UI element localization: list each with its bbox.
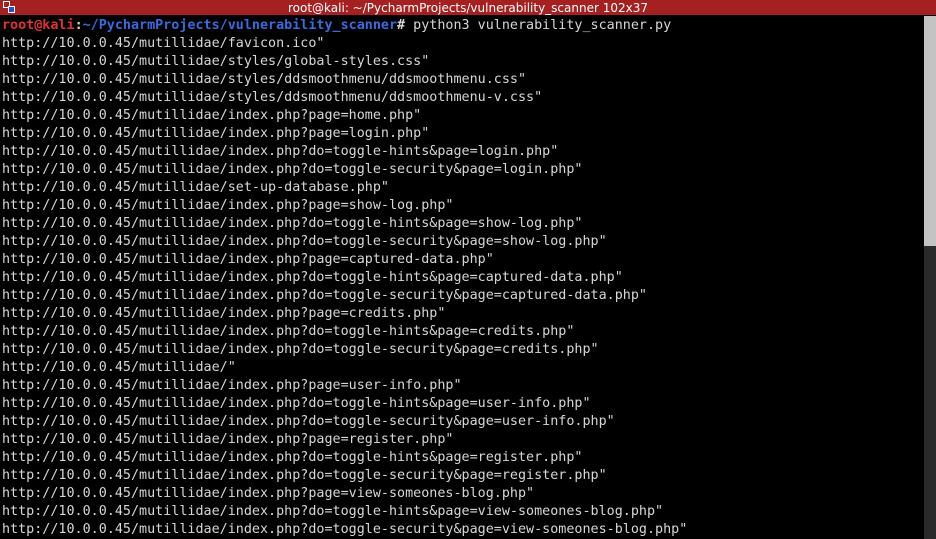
scrollbar-thumb[interactable] bbox=[924, 16, 936, 246]
terminal-content[interactable]: root@kali:~/PycharmProjects/vulnerabilit… bbox=[2, 17, 936, 539]
prompt-user-host: root@kali bbox=[2, 18, 75, 33]
scrollbar[interactable] bbox=[924, 16, 936, 539]
prompt-path: ~/PycharmProjects/vulnerability_scanner bbox=[83, 18, 397, 33]
prompt-sep2: # bbox=[397, 18, 405, 33]
prompt-command: python3 vulnerability_scanner.py bbox=[405, 18, 671, 33]
window-title: root@kali: ~/PycharmProjects/vulnerabili… bbox=[0, 0, 936, 18]
terminal-area[interactable]: root@kali:~/PycharmProjects/vulnerabilit… bbox=[0, 16, 936, 539]
terminal-window: root@kali: ~/PycharmProjects/vulnerabili… bbox=[0, 0, 936, 539]
prompt-sep1: : bbox=[75, 18, 83, 33]
titlebar[interactable]: root@kali: ~/PycharmProjects/vulnerabili… bbox=[0, 0, 936, 16]
terminal-output: http://10.0.0.45/mutillidae/favicon.ico"… bbox=[2, 36, 687, 537]
